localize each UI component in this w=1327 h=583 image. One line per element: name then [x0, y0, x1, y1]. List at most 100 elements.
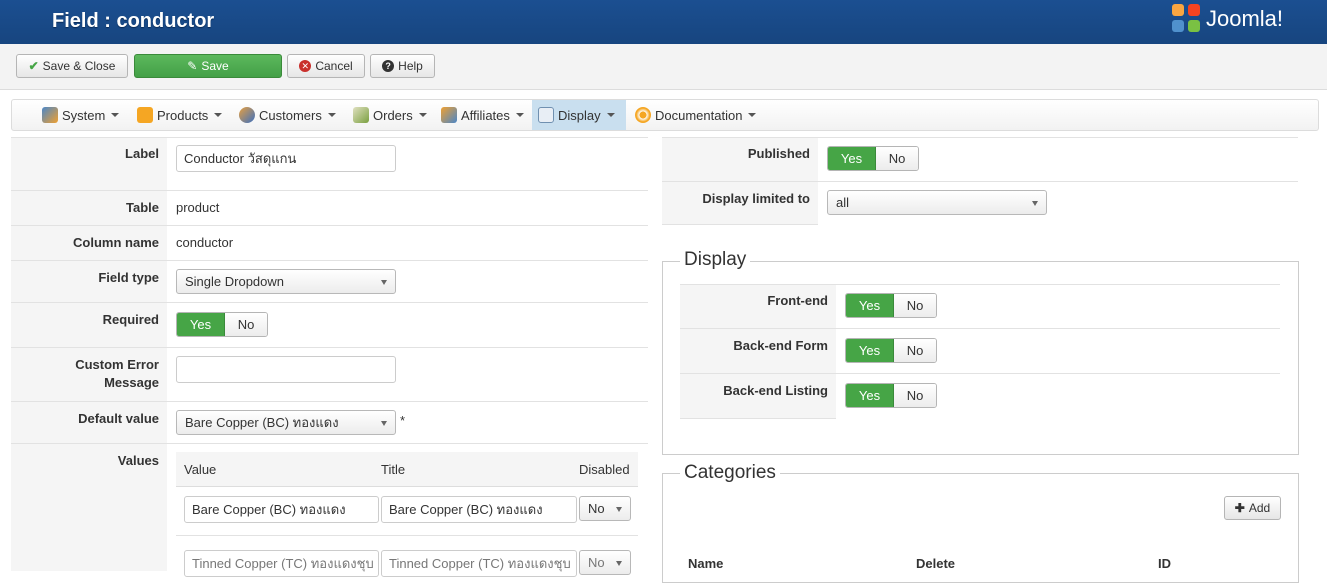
backend-form-yes[interactable]: Yes — [846, 339, 894, 362]
value-input[interactable]: Bare Copper (BC) ทองแดง — [184, 496, 379, 523]
cancel-icon: ✕ — [299, 60, 312, 72]
chevron-down-icon — [381, 421, 387, 426]
menu-documentation[interactable]: Documentation — [629, 100, 762, 130]
row-divider — [176, 535, 638, 536]
backend-listing-toggle[interactable]: Yes No — [845, 383, 937, 408]
published-no[interactable]: No — [876, 147, 918, 170]
edit-icon: ✎ — [187, 59, 198, 73]
value-input[interactable]: Tinned Copper (TC) ทองแดงชุบ — [184, 550, 379, 577]
row-divider — [11, 260, 648, 261]
chevron-down-icon — [418, 113, 427, 117]
display-limited-label: Display limited to — [702, 191, 810, 206]
joomla-logo: Joomla! — [1172, 4, 1283, 34]
backend-form-no[interactable]: No — [894, 339, 936, 362]
menu-system-label: System — [62, 107, 106, 123]
save-close-label: Save & Close — [42, 59, 116, 73]
disabled-select[interactable]: No — [579, 496, 631, 521]
menu-orders[interactable]: Orders — [347, 100, 433, 130]
field-type-value: Single Dropdown — [185, 274, 285, 289]
help-label: Help — [398, 59, 423, 73]
menu-customers[interactable]: Customers — [233, 100, 342, 130]
products-icon — [137, 107, 153, 123]
custom-error-label-line1: Custom Error — [75, 357, 159, 372]
published-toggle[interactable]: Yes No — [827, 146, 919, 171]
table-label: Table — [126, 200, 159, 215]
row-divider — [680, 284, 1280, 285]
cancel-button[interactable]: ✕ Cancel — [287, 54, 365, 78]
title-input[interactable]: Bare Copper (BC) ทองแดง — [381, 496, 577, 523]
backend-listing-yes[interactable]: Yes — [846, 384, 894, 407]
frontend-toggle[interactable]: Yes No — [845, 293, 937, 318]
row-divider — [662, 224, 818, 225]
row-divider — [680, 373, 1280, 374]
field-type-select[interactable]: Single Dropdown — [176, 269, 396, 294]
label-label: Label — [125, 146, 159, 161]
main-menu: System Products Customers Orders Affilia… — [11, 99, 1319, 131]
chevron-down-icon — [381, 280, 387, 285]
menu-products-label: Products — [157, 107, 209, 123]
affiliates-icon — [441, 107, 457, 123]
required-label: Required — [102, 312, 159, 327]
joomla-logo-icon — [1172, 4, 1202, 34]
add-category-button[interactable]: ✚ Add — [1224, 496, 1281, 520]
row-divider — [680, 418, 836, 419]
default-value-label: Default value — [78, 411, 159, 426]
logo-text: Joomla! — [1206, 6, 1284, 31]
menu-affiliates[interactable]: Affiliates — [435, 100, 530, 130]
row-divider — [11, 347, 648, 348]
values-header-disabled: Disabled — [579, 462, 630, 477]
row-divider — [662, 137, 1298, 138]
frontend-no[interactable]: No — [894, 294, 936, 317]
categories-legend: Categories — [680, 462, 780, 484]
required-marker: * — [400, 413, 406, 428]
menu-products[interactable]: Products — [131, 100, 228, 130]
required-yes[interactable]: Yes — [177, 313, 225, 336]
categories-fieldset — [662, 473, 1299, 583]
display-limited-select[interactable]: all — [827, 190, 1047, 215]
menu-affiliates-label: Affiliates — [461, 107, 510, 123]
values-table-header — [176, 452, 638, 487]
custom-error-input[interactable] — [176, 356, 396, 383]
save-close-button[interactable]: ✔ Save & Close — [16, 54, 128, 78]
help-icon: ? — [382, 60, 395, 72]
menu-customers-label: Customers — [259, 107, 322, 123]
published-yes[interactable]: Yes — [828, 147, 876, 170]
categories-header-name: Name — [688, 556, 724, 571]
chevron-down-icon — [1032, 201, 1038, 206]
tools-icon — [42, 107, 58, 123]
cancel-label: Cancel — [315, 59, 353, 73]
add-category-label: Add — [1248, 501, 1271, 515]
frontend-yes[interactable]: Yes — [846, 294, 894, 317]
backend-form-label: Back-end Form — [733, 338, 828, 353]
categories-header-id: ID — [1158, 556, 1171, 571]
menu-display[interactable]: Display — [532, 100, 626, 130]
row-divider — [11, 190, 648, 191]
table-value: product — [176, 200, 220, 215]
disabled-value: No — [588, 555, 605, 570]
customers-icon — [239, 107, 255, 123]
display-legend: Display — [680, 249, 751, 271]
row-divider — [680, 328, 1280, 329]
custom-error-label: Custom Error Message — [11, 356, 159, 392]
required-no[interactable]: No — [225, 313, 267, 336]
label-input[interactable]: Conductor วัสดุแกน — [176, 145, 396, 172]
save-button[interactable]: ✎ Save — [134, 54, 282, 78]
toolbar: ✔ Save & Close ✎ Save ✕ Cancel ? Help — [0, 44, 1327, 90]
published-label: Published — [747, 146, 810, 161]
backend-listing-no[interactable]: No — [894, 384, 936, 407]
menu-documentation-label: Documentation — [655, 107, 743, 123]
top-header: Field : conductor Joomla! — [0, 0, 1327, 44]
default-value-select[interactable]: Bare Copper (BC) ทองแดง — [176, 410, 396, 435]
values-label: Values — [117, 453, 159, 468]
disabled-select[interactable]: No — [579, 550, 631, 575]
backend-form-toggle[interactable]: Yes No — [845, 338, 937, 363]
page-title: Field : conductor — [52, 10, 215, 32]
chevron-down-icon — [515, 113, 524, 117]
documentation-icon — [635, 107, 651, 123]
save-label: Save — [201, 59, 229, 73]
menu-system[interactable]: System — [36, 100, 125, 130]
title-input[interactable]: Tinned Copper (TC) ทองแดงชุบ — [381, 550, 577, 577]
required-toggle[interactable]: Yes No — [176, 312, 268, 337]
help-button[interactable]: ? Help — [370, 54, 435, 78]
default-value-value: Bare Copper (BC) ทองแดง — [185, 415, 339, 430]
